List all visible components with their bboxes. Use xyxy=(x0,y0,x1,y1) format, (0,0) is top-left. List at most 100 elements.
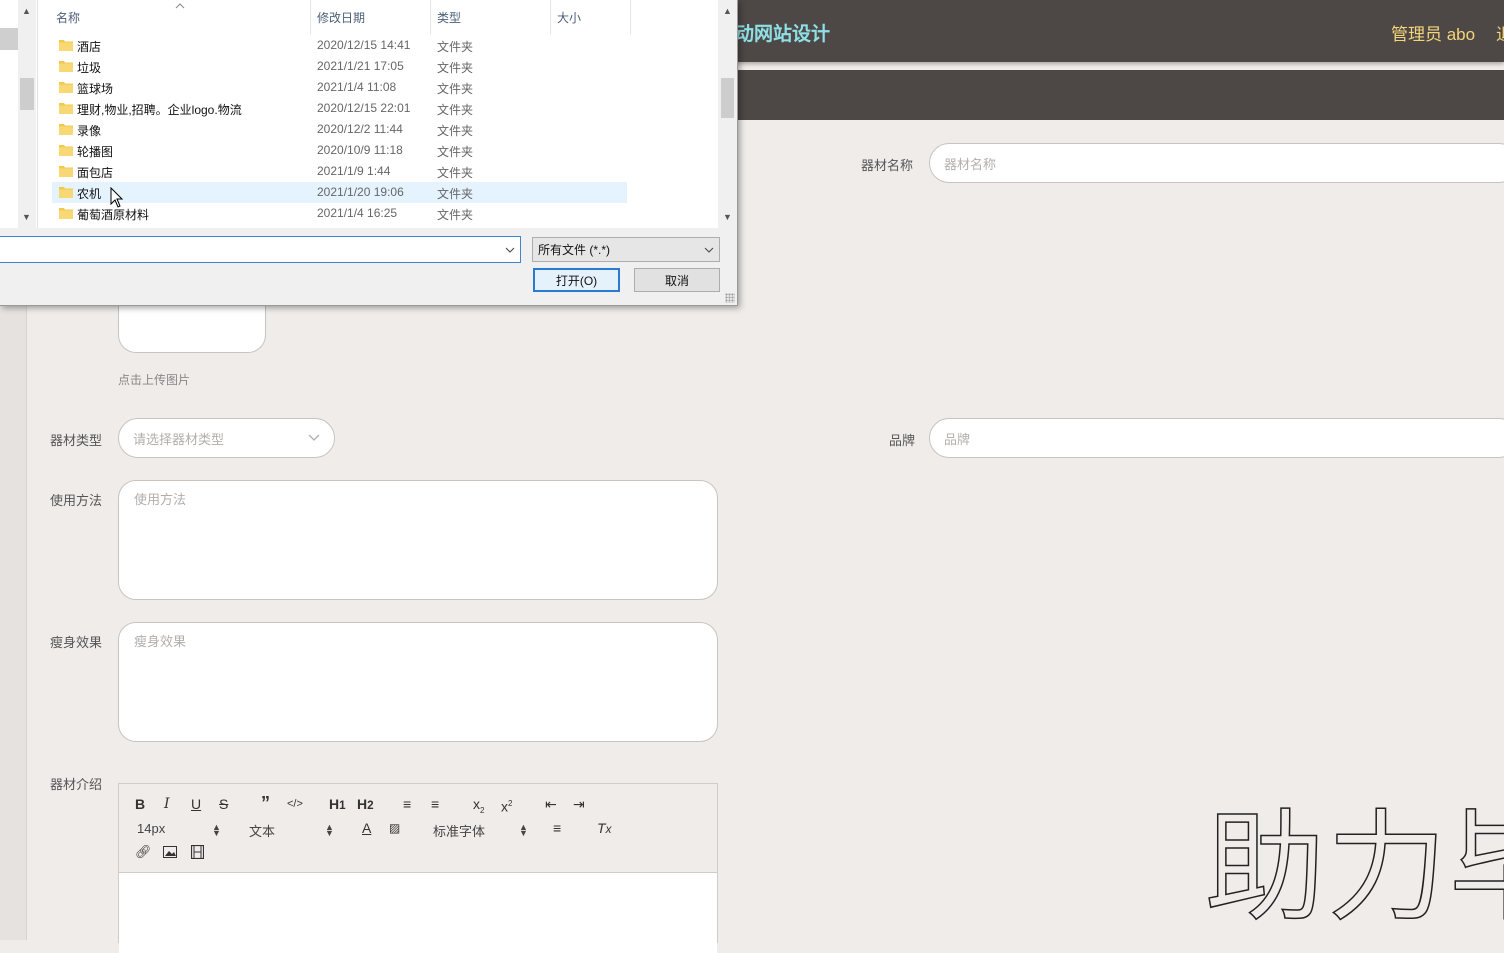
site-title: 动网站设计 xyxy=(735,24,831,45)
file-type: 文件夹 xyxy=(437,103,474,117)
usage-label: 使用方法 xyxy=(50,493,103,508)
nav-scroll-thumb[interactable] xyxy=(20,78,34,110)
link-icon[interactable]: 🔗︎ xyxy=(135,844,152,860)
file-type: 文件夹 xyxy=(437,187,474,201)
file-list-scroll-thumb[interactable] xyxy=(721,78,734,118)
image-icon[interactable] xyxy=(163,846,177,858)
file-date: 2021/1/21 17:05 xyxy=(317,59,404,73)
font-color-icon[interactable]: A xyxy=(362,820,371,836)
equipment-name-label: 器材名称 xyxy=(861,158,914,173)
usage-textarea[interactable]: 使用方法 xyxy=(118,480,718,600)
watermark-text: 助力毕 xyxy=(1204,798,1504,939)
upload-hint: 点击上传图片 xyxy=(118,373,191,387)
align-icon[interactable]: ≡ xyxy=(553,820,561,836)
navigation-pane[interactable]: ▲ ▼ xyxy=(0,0,38,228)
chevron-down-icon[interactable] xyxy=(505,247,515,253)
file-date: 2020/10/9 11:18 xyxy=(317,143,403,157)
video-icon[interactable] xyxy=(191,845,204,859)
column-header-date[interactable]: 修改日期 xyxy=(311,0,431,34)
h1-icon[interactable]: H1 xyxy=(329,796,346,814)
underline-icon[interactable]: U xyxy=(191,796,201,812)
folder-icon xyxy=(59,82,73,93)
brand-input[interactable]: 品牌 xyxy=(929,418,1504,458)
effect-label: 瘦身效果 xyxy=(50,635,103,650)
scroll-up-icon[interactable]: ▲ xyxy=(723,6,732,16)
file-row[interactable]: 轮播图 2020/10/9 11:18 文件夹 xyxy=(52,140,627,161)
nav-scrollbar[interactable]: ▲ ▼ xyxy=(18,0,36,228)
ordered-list-icon[interactable]: ≡ xyxy=(403,796,411,812)
font-size-stepper-icon: ▲ ▼ xyxy=(212,822,221,838)
font-size-select[interactable]: 14px xyxy=(137,821,165,836)
file-name: 农机 xyxy=(77,187,102,201)
bold-icon[interactable]: B xyxy=(135,796,145,812)
effect-placeholder: 瘦身效果 xyxy=(134,634,187,649)
folder-icon xyxy=(59,40,73,51)
file-row[interactable]: 录像 2020/12/2 11:44 文件夹 xyxy=(52,119,627,140)
file-row[interactable]: 葡萄酒原材料 2021/1/4 16:25 文件夹 xyxy=(52,203,627,224)
clear-format-icon[interactable]: Tx xyxy=(597,820,611,838)
file-row[interactable]: 面包店 2021/1/9 1:44 文件夹 xyxy=(52,161,627,182)
chevron-down-icon xyxy=(308,434,320,441)
file-list: 名称 修改日期 类型 大小 酒店 2020/12/15 14:41 文件夹 垃圾… xyxy=(38,0,718,228)
file-date: 2020/12/15 14:41 xyxy=(317,38,411,52)
strikethrough-icon[interactable]: S xyxy=(219,796,228,812)
outdent-icon[interactable]: ⇤ xyxy=(545,796,557,812)
file-type: 文件夹 xyxy=(437,166,474,180)
file-row[interactable]: 理财,物业,招聘。企业logo.物流 2020/12/15 22:01 文件夹 xyxy=(52,98,627,119)
font-family-select[interactable]: 标准字体 xyxy=(433,821,485,840)
folder-icon xyxy=(59,187,73,198)
admin-user-label[interactable]: 管理员 abo xyxy=(1391,20,1475,45)
italic-icon[interactable]: I xyxy=(164,796,170,812)
file-list-scrollbar[interactable]: ▲ ▼ xyxy=(718,0,737,228)
open-button[interactable]: 打开(O) xyxy=(533,268,620,292)
file-row[interactable]: 酒店 2020/12/15 14:41 文件夹 xyxy=(52,35,627,56)
file-row[interactable]: 垃圾 2021/1/21 17:05 文件夹 xyxy=(52,56,627,77)
file-type: 文件夹 xyxy=(437,208,474,222)
file-type-filter-select[interactable]: 所有文件 (*.*) xyxy=(532,237,720,262)
equipment-type-select[interactable]: 请选择器材类型 xyxy=(118,418,335,458)
bullet-list-icon[interactable]: ≡ xyxy=(431,796,439,812)
paragraph-select[interactable]: 文本 xyxy=(249,821,275,840)
column-name-label: 名称 xyxy=(56,10,81,25)
brand-placeholder: 品牌 xyxy=(944,431,971,447)
scroll-up-icon[interactable]: ▲ xyxy=(22,6,31,16)
logout-link[interactable]: 退 xyxy=(1496,20,1504,45)
file-row-selected[interactable]: 农机 2021/1/20 19:06 文件夹 xyxy=(52,182,627,203)
background-color-icon[interactable]: ▨ xyxy=(389,820,400,836)
column-size-label: 大小 xyxy=(557,10,582,25)
scroll-down-icon[interactable]: ▼ xyxy=(723,212,732,222)
file-name-combobox[interactable] xyxy=(0,236,521,263)
file-type: 文件夹 xyxy=(437,145,474,159)
cancel-button-label: 取消 xyxy=(664,273,689,288)
file-type-filter-value: 所有文件 (*.*) xyxy=(538,243,611,257)
superscript-icon[interactable]: x2 xyxy=(501,796,512,815)
rich-text-editor: B I U S ” </> H1 H2 ≡ ≡ x2 x2 ⇤ ⇥ 14px ▲… xyxy=(118,783,718,953)
equipment-name-input[interactable]: 器材名称 xyxy=(929,143,1504,183)
file-type: 文件夹 xyxy=(437,124,474,138)
column-header-type[interactable]: 类型 xyxy=(431,0,551,34)
file-name: 篮球场 xyxy=(77,82,114,96)
nav-selected-item[interactable] xyxy=(0,28,18,50)
folder-icon xyxy=(59,145,73,156)
cancel-button[interactable]: 取消 xyxy=(634,268,720,292)
file-date: 2021/1/9 1:44 xyxy=(317,164,391,178)
code-icon[interactable]: </> xyxy=(287,796,303,812)
scroll-down-icon[interactable]: ▼ xyxy=(22,212,31,222)
intro-label: 器材介绍 xyxy=(50,777,103,792)
resize-grip-icon[interactable] xyxy=(725,293,735,303)
subscript-icon[interactable]: x2 xyxy=(473,796,484,819)
editor-content-area[interactable] xyxy=(119,872,717,953)
effect-textarea[interactable]: 瘦身效果 xyxy=(118,622,718,742)
quote-icon[interactable]: ” xyxy=(261,794,270,812)
open-button-label: 打开(O) xyxy=(555,273,598,288)
folder-icon xyxy=(59,124,73,135)
column-date-label: 修改日期 xyxy=(317,10,366,25)
h2-icon[interactable]: H2 xyxy=(357,796,374,814)
file-date: 2021/1/4 11:08 xyxy=(317,80,397,94)
equipment-type-label: 器材类型 xyxy=(50,433,103,448)
folder-icon xyxy=(59,103,73,114)
file-name: 理财,物业,招聘。企业logo.物流 xyxy=(77,103,242,117)
file-row[interactable]: 篮球场 2021/1/4 11:08 文件夹 xyxy=(52,77,627,98)
indent-icon[interactable]: ⇥ xyxy=(573,796,585,812)
column-header-size[interactable]: 大小 xyxy=(551,0,631,34)
